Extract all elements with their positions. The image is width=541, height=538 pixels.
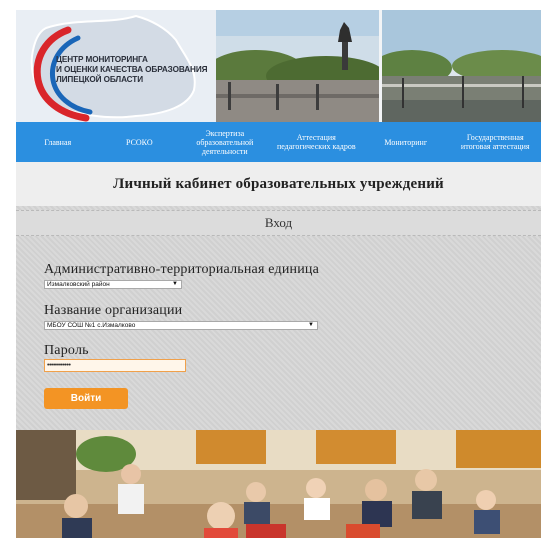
nav-item-state-exam[interactable]: Государственная итоговая аттестация (450, 133, 541, 151)
title-band: Личный кабинет образовательных учреждени… (16, 162, 541, 206)
logo-text: ЦЕНТР МОНИТОРИНГА И ОЦЕНКИ КАЧЕСТВА ОБРА… (56, 55, 216, 85)
login-panel: Вход Административно-территориальная еди… (16, 206, 541, 430)
logo[interactable]: ЦЕНТР МОНИТОРИНГА И ОЦЕНКИ КАЧЕСТВА ОБРА… (16, 10, 216, 122)
territory-select-value: Измалковский район (47, 281, 110, 288)
logo-line-1: ЦЕНТР МОНИТОРИНГА (56, 55, 148, 64)
nav-item-monitoring[interactable]: Мониторинг (362, 138, 450, 147)
organization-label: Название организации (44, 303, 183, 318)
chevron-down-icon: ▼ (172, 281, 178, 287)
login-heading: Вход (264, 215, 293, 230)
login-header: Вход (16, 210, 541, 236)
login-button[interactable]: Войти (44, 388, 128, 409)
chevron-down-icon: ▼ (308, 322, 314, 328)
page-title: Личный кабинет образовательных учреждени… (113, 175, 444, 192)
nav-item-home[interactable]: Главная (16, 138, 100, 147)
city-square-photo (216, 10, 379, 122)
nav-item-attestation[interactable]: Аттестация педагогических кадров (271, 133, 362, 151)
header-banner: ЦЕНТР МОНИТОРИНГА И ОЦЕНКИ КАЧЕСТВА ОБРА… (16, 10, 541, 122)
classroom-photo (16, 430, 541, 538)
password-label: Пароль (44, 343, 89, 358)
territory-select[interactable]: Измалковский район ▼ (44, 280, 182, 289)
nav-item-expertise[interactable]: Экспертиза образовательной деятельности (179, 129, 270, 156)
logo-line-2: И ОЦЕНКИ КАЧЕСТВА ОБРАЗОВАНИЯ (56, 65, 208, 74)
nav-item-rsoko[interactable]: РСОКО (100, 138, 180, 147)
password-input[interactable]: •••••••••••• (44, 359, 186, 372)
organization-select-value: МБОУ СОШ №1 с.Измалково (47, 322, 136, 329)
territory-label: Административно-территориальная единица (44, 262, 320, 277)
logo-line-3: ЛИПЕЦКОЙ ОБЛАСТИ (56, 75, 143, 84)
park-boulevard-photo (382, 10, 541, 122)
organization-select[interactable]: МБОУ СОШ №1 с.Измалково ▼ (44, 321, 318, 330)
main-nav: Главная РСОКО Экспертиза образовательной… (16, 122, 541, 162)
